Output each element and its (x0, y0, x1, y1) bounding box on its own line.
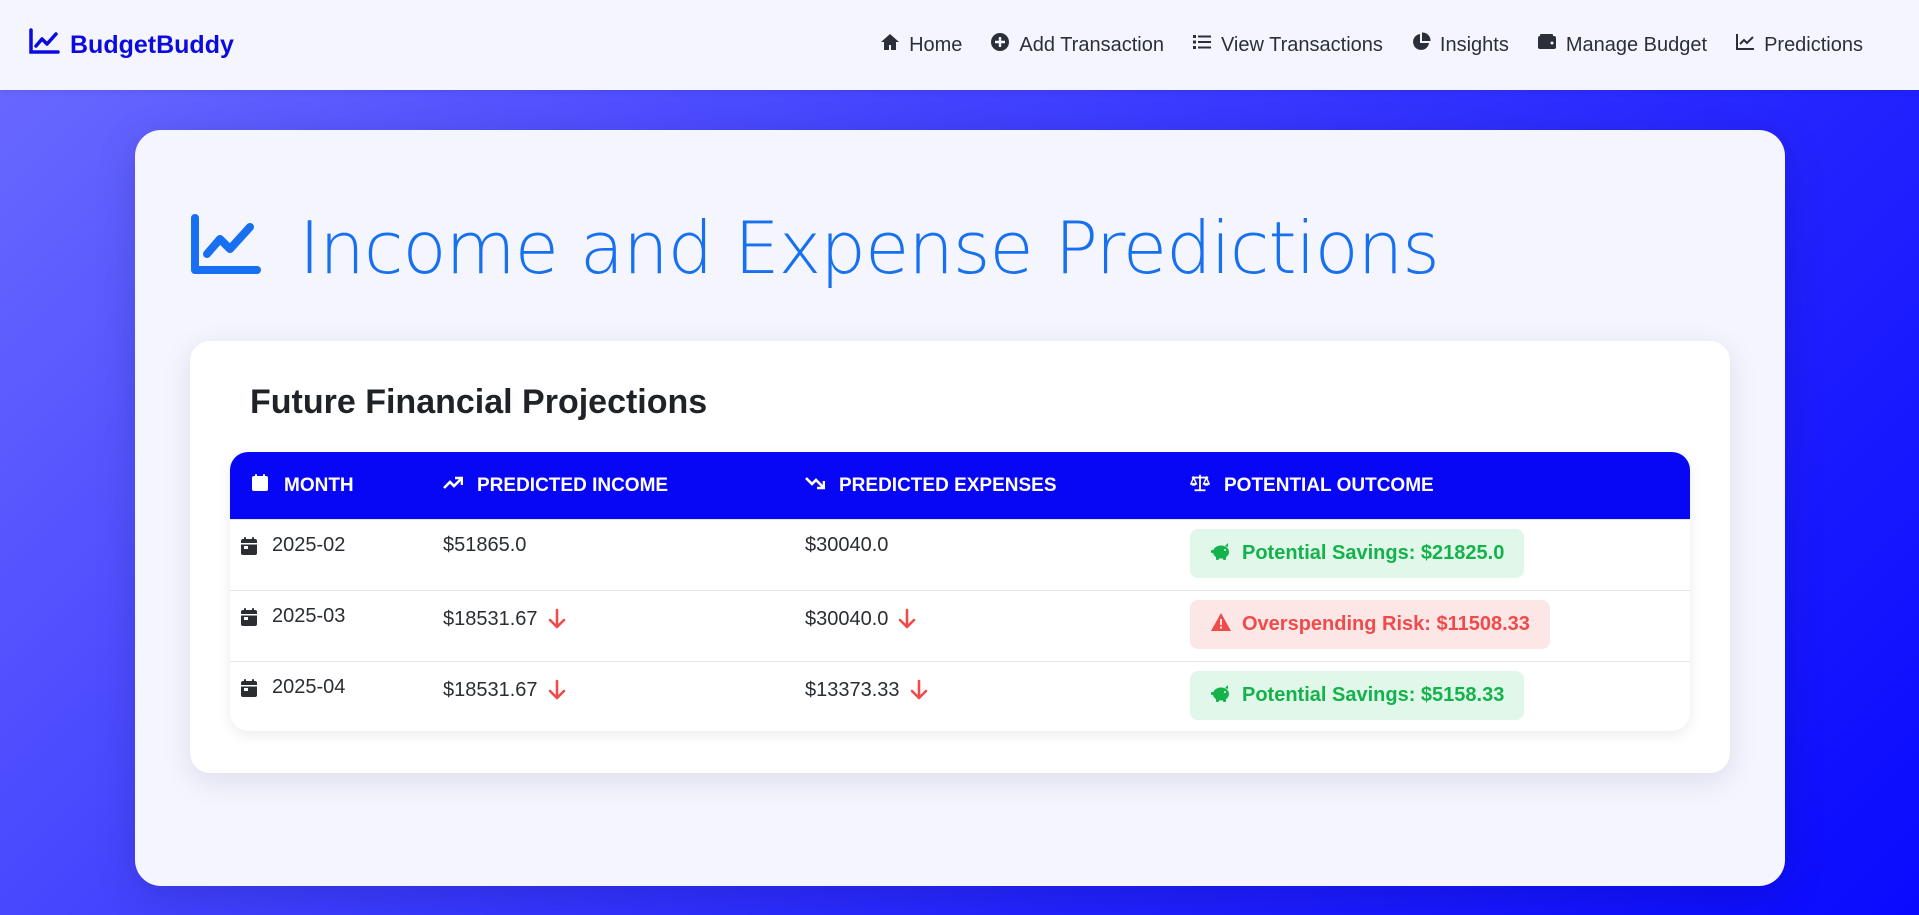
header-month: Month (230, 473, 443, 499)
month-value: 2025-04 (272, 676, 346, 698)
month-value: 2025-03 (272, 605, 346, 627)
income-value: $18531.67 (443, 679, 538, 701)
nav-view-transactions[interactable]: View Transactions (1178, 32, 1397, 58)
nav-home[interactable]: Home (866, 32, 976, 58)
top-navbar: BudgetBuddy Home Add Transaction View Tr… (0, 0, 1919, 90)
expenses-value: $30040.0 (805, 534, 889, 556)
outcome-text: Potential Savings: $5158.33 (1242, 684, 1505, 706)
nav-view-transactions-label: View Transactions (1220, 33, 1383, 56)
calendar-icon (240, 534, 258, 562)
outcome-cell: Potential Savings: $21825.0 (1190, 520, 1690, 590)
line-chart-icon (28, 27, 60, 63)
projections-table: Month Predicted Income Predicted Expense… (230, 452, 1690, 731)
nav-insights-label: Insights (1439, 33, 1509, 56)
warning-icon (1210, 611, 1232, 639)
status-badge: Potential Savings: $5158.33 (1190, 671, 1525, 720)
nav-predictions-label: Predictions (1764, 33, 1863, 56)
piggy-bank-icon (1210, 540, 1232, 568)
arrow-down-icon (548, 608, 566, 636)
status-badge: Potential Savings: $21825.0 (1190, 529, 1525, 578)
page-heading: Income and Expense Predictions (299, 206, 1440, 290)
income-value: $51865.0 (443, 534, 527, 556)
income-cell: $18531.67 (443, 591, 805, 661)
expenses-value: $13373.33 (805, 679, 900, 701)
month-cell: 2025-02 (230, 520, 443, 590)
header-month-label: Month (284, 474, 354, 496)
outcome-cell: Potential Savings: $5158.33 (1190, 662, 1690, 731)
header-income: Predicted Income (443, 473, 805, 499)
expenses-value: $30040.0 (805, 608, 889, 630)
trend-down-icon (805, 473, 826, 499)
header-income-label: Predicted Income (477, 474, 669, 496)
arrow-down-icon (910, 679, 928, 707)
income-value: $18531.67 (443, 608, 538, 630)
plus-circle-icon (990, 32, 1010, 58)
table-row: 2025-04 $18531.67 $13373.33 Potential Sa… (230, 661, 1690, 731)
arrow-down-icon (898, 608, 916, 636)
nav-predictions[interactable]: Predictions (1721, 32, 1877, 58)
month-cell: 2025-04 (230, 662, 443, 731)
line-chart-icon (1735, 32, 1755, 58)
calendar-icon (240, 676, 258, 704)
nav-add-transaction[interactable]: Add Transaction (976, 32, 1178, 58)
header-expenses-label: Predicted Expenses (839, 474, 1057, 496)
piggy-bank-icon (1210, 682, 1232, 710)
outcome-text: Overspending Risk: $11508.33 (1242, 613, 1530, 635)
arrow-down-icon (548, 679, 566, 707)
calendar-icon (240, 605, 258, 633)
wallet-icon (1537, 32, 1557, 58)
card-title: Future Financial Projections (250, 383, 708, 421)
nav-manage-budget-label: Manage Budget (1565, 33, 1708, 56)
nav-insights[interactable]: Insights (1397, 32, 1523, 58)
trend-up-icon (443, 473, 464, 499)
table-row: 2025-02 $51865.0 $30040.0 Potential Savi… (230, 519, 1690, 590)
main-card: Income and Expense Predictions Future Fi… (135, 130, 1785, 886)
outcome-cell: Overspending Risk: $11508.33 (1190, 591, 1690, 661)
table-row: 2025-03 $18531.67 $30040.0 Overspending … (230, 590, 1690, 661)
brand-name: BudgetBuddy (70, 30, 234, 59)
income-cell: $18531.67 (443, 662, 805, 731)
calendar-icon (250, 473, 270, 499)
projections-card: Future Financial Projections Month Predi… (190, 341, 1730, 773)
balance-scale-icon (1189, 473, 1211, 499)
line-chart-icon (189, 213, 261, 283)
brand-logo-link[interactable]: BudgetBuddy (28, 27, 234, 63)
expenses-cell: $13373.33 (805, 662, 1190, 731)
list-icon (1192, 32, 1212, 58)
nav-home-label: Home (909, 33, 963, 56)
home-icon (880, 32, 900, 58)
nav-manage-budget[interactable]: Manage Budget (1523, 32, 1721, 58)
header-expenses: Predicted Expenses (805, 473, 1190, 499)
table-header: Month Predicted Income Predicted Expense… (230, 452, 1690, 519)
expenses-cell: $30040.0 (805, 520, 1190, 590)
nav-links: Home Add Transaction View Transactions I… (866, 32, 1877, 58)
page-title: Income and Expense Predictions (189, 206, 1440, 290)
header-outcome: Potential Outcome (1189, 473, 1690, 499)
expenses-cell: $30040.0 (805, 591, 1190, 661)
outcome-text: Potential Savings: $21825.0 (1242, 542, 1505, 564)
header-outcome-label: Potential Outcome (1224, 474, 1434, 496)
income-cell: $51865.0 (443, 520, 805, 590)
month-cell: 2025-03 (230, 591, 443, 661)
month-value: 2025-02 (272, 534, 346, 556)
status-badge: Overspending Risk: $11508.33 (1190, 600, 1550, 649)
nav-add-transaction-label: Add Transaction (1019, 33, 1164, 56)
pie-chart-icon (1411, 32, 1431, 58)
